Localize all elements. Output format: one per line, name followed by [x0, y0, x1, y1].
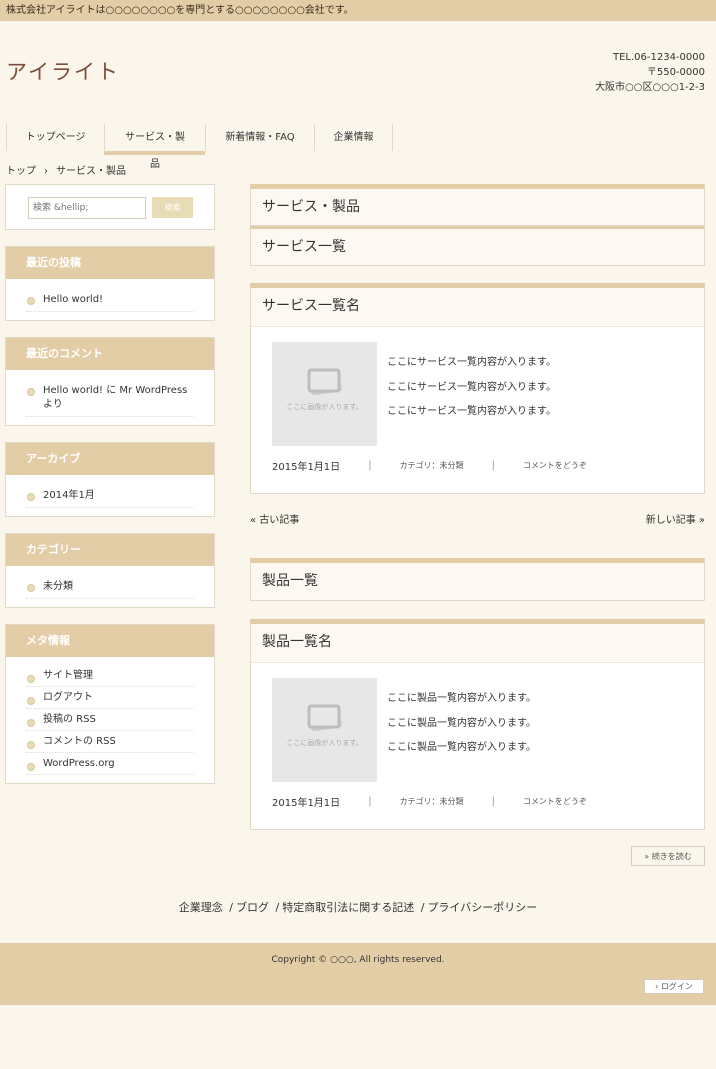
nav-item-company[interactable]: 企業情報: [314, 124, 393, 151]
breadcrumb-separator: ›: [44, 166, 48, 177]
nav-item-news-faq[interactable]: 新着情報・FAQ: [205, 124, 314, 151]
top-banner: 株式会社アイライトは○○○○○○○○を専門とする○○○○○○○○会社です。: [0, 0, 716, 21]
image-placeholder: ここに画像が入ります。: [272, 678, 377, 782]
footer-link-privacy[interactable]: プライバシーポリシー: [427, 901, 537, 914]
copyright: Copyright © ○○○, All rights reserved.: [271, 955, 445, 965]
post-products: 製品一覧名 ここに画像が入ります。 ここに製品一覧内容が入ります。 ここに製品一…: [250, 619, 705, 830]
widget-title: 最近の投稿: [6, 247, 214, 279]
post-date: 2015年1月1日: [272, 798, 341, 809]
widget-meta: メタ情報 サイト管理 ログアウト 投稿の RSS コメントの RSS WordP…: [5, 624, 215, 784]
search-button[interactable]: 検索: [152, 197, 193, 218]
meta-divider: |: [491, 460, 495, 471]
footer-link-separator: /: [420, 901, 425, 914]
category-link[interactable]: 未分類: [26, 574, 194, 599]
post-comment-link[interactable]: コメントをどうぞ: [523, 460, 587, 471]
excerpt-line: ここにサービス一覧内容が入ります。: [387, 357, 556, 368]
meta-link-site-admin[interactable]: サイト管理: [26, 665, 194, 687]
widget-title: 最近のコメント: [6, 338, 214, 370]
meta-divider: |: [368, 796, 372, 807]
recent-comment-link[interactable]: Hello world! に Mr WordPress より: [26, 378, 194, 417]
breadcrumb: トップ › サービス・製品: [6, 162, 126, 177]
widget-categories: カテゴリー 未分類: [5, 533, 215, 608]
post-title[interactable]: サービス一覧名: [251, 288, 704, 327]
meta-link-wordpress-org[interactable]: WordPress.org: [26, 753, 194, 775]
meta-link-comments-rss[interactable]: コメントの RSS: [26, 731, 194, 753]
contact-tel: TEL.06-1234-0000: [612, 52, 705, 63]
search-input[interactable]: [28, 197, 146, 219]
post-date: 2015年1月1日: [272, 462, 341, 473]
breadcrumb-current: サービス・製品: [56, 166, 126, 177]
excerpt-line: ここに製品一覧内容が入ります。: [387, 742, 536, 753]
footer-nav: 企業理念 / ブログ / 特定商取引法に関する記述 / プライバシーポリシー: [0, 899, 716, 915]
footer-link-commerce-law[interactable]: 特定商取引法に関する記述: [282, 901, 414, 914]
post-title[interactable]: 製品一覧名: [251, 624, 704, 663]
section-heading-products: 製品一覧: [250, 558, 705, 601]
meta-link-posts-rss[interactable]: 投稿の RSS: [26, 709, 194, 731]
footer-link-separator: /: [275, 901, 280, 914]
post-excerpt: ここにサービス一覧内容が入ります。 ここにサービス一覧内容が入ります。 ここにサ…: [387, 351, 556, 425]
widget-recent-posts: 最近の投稿 Hello world!: [5, 246, 215, 321]
excerpt-line: ここにサービス一覧内容が入ります。: [387, 381, 556, 393]
footer-link-philosophy[interactable]: 企業理念: [179, 901, 223, 914]
global-nav: トップページ サービス・製品 新着情報・FAQ 企業情報: [6, 124, 393, 170]
nav-item-top[interactable]: トップページ: [6, 124, 104, 151]
site-logo[interactable]: アイライト: [6, 56, 120, 86]
post-meta: 2015年1月1日 | カテゴリ：未分類 | コメントをどうぞ: [272, 794, 587, 809]
widget-archives: アーカイブ 2014年1月: [5, 442, 215, 517]
nav-item-services[interactable]: サービス・製品: [104, 124, 205, 170]
excerpt-line: ここにサービス一覧内容が入ります。: [387, 406, 556, 417]
footer-link-blog[interactable]: ブログ: [236, 901, 269, 914]
section-heading-services: サービス一覧: [250, 226, 705, 266]
contact-info: TEL.06-1234-0000 〒550-0000 大阪市○○区○○○1-2-…: [595, 50, 705, 95]
image-placeholder: ここに画像が入ります。: [272, 342, 377, 446]
meta-divider: |: [491, 796, 495, 807]
widget-recent-comments: 最近のコメント Hello world! に Mr WordPress より: [5, 337, 215, 426]
widget-title: カテゴリー: [6, 534, 214, 566]
photo-icon: [307, 368, 341, 396]
breadcrumb-home[interactable]: トップ: [6, 166, 36, 177]
footer-link-separator: /: [229, 901, 233, 914]
main-content: サービス・製品 サービス一覧 サービス一覧名 ここに画像が入ります。 ここにサー…: [250, 184, 705, 830]
post-meta: 2015年1月1日 | カテゴリ：未分類 | コメントをどうぞ: [272, 458, 587, 473]
pager: « 古い記事 新しい記事 »: [250, 511, 705, 526]
footer: Copyright © ○○○, All rights reserved. › …: [0, 943, 716, 1005]
sidebar: 検索 最近の投稿 Hello world! 最近のコメント Hello worl…: [5, 184, 215, 800]
read-more-button[interactable]: » 続きを読む: [631, 846, 705, 866]
post-comment-link[interactable]: コメントをどうぞ: [523, 796, 587, 807]
archive-link[interactable]: 2014年1月: [26, 483, 194, 508]
post-category[interactable]: カテゴリ：未分類: [400, 796, 464, 807]
image-caption: ここに画像が入ります。: [286, 403, 363, 411]
excerpt-line: ここに製品一覧内容が入ります。: [387, 717, 536, 729]
contact-address: 大阪市○○区○○○1-2-3: [595, 82, 705, 93]
top-banner-text: 株式会社アイライトは○○○○○○○○を専門とする○○○○○○○○会社です。: [6, 5, 354, 16]
photo-icon: [307, 704, 341, 732]
meta-link-logout[interactable]: ログアウト: [26, 687, 194, 709]
page-title: サービス・製品: [250, 184, 705, 226]
excerpt-line: ここに製品一覧内容が入ります。: [387, 693, 536, 704]
post-services: サービス一覧名 ここに画像が入ります。 ここにサービス一覧内容が入ります。 ここ…: [250, 283, 705, 494]
search-widget: 検索: [5, 184, 215, 230]
image-caption: ここに画像が入ります。: [286, 739, 363, 747]
older-posts-link[interactable]: « 古い記事: [250, 511, 299, 526]
post-excerpt: ここに製品一覧内容が入ります。 ここに製品一覧内容が入ります。 ここに製品一覧内…: [387, 687, 536, 761]
recent-post-link[interactable]: Hello world!: [26, 287, 194, 312]
login-button[interactable]: › ログイン: [644, 979, 704, 994]
newer-posts-link[interactable]: 新しい記事 »: [646, 511, 705, 526]
post-category[interactable]: カテゴリ：未分類: [400, 460, 464, 471]
widget-title: アーカイブ: [6, 443, 214, 475]
contact-zip: 〒550-0000: [646, 67, 705, 78]
widget-title: メタ情報: [6, 625, 214, 657]
meta-divider: |: [368, 460, 372, 471]
